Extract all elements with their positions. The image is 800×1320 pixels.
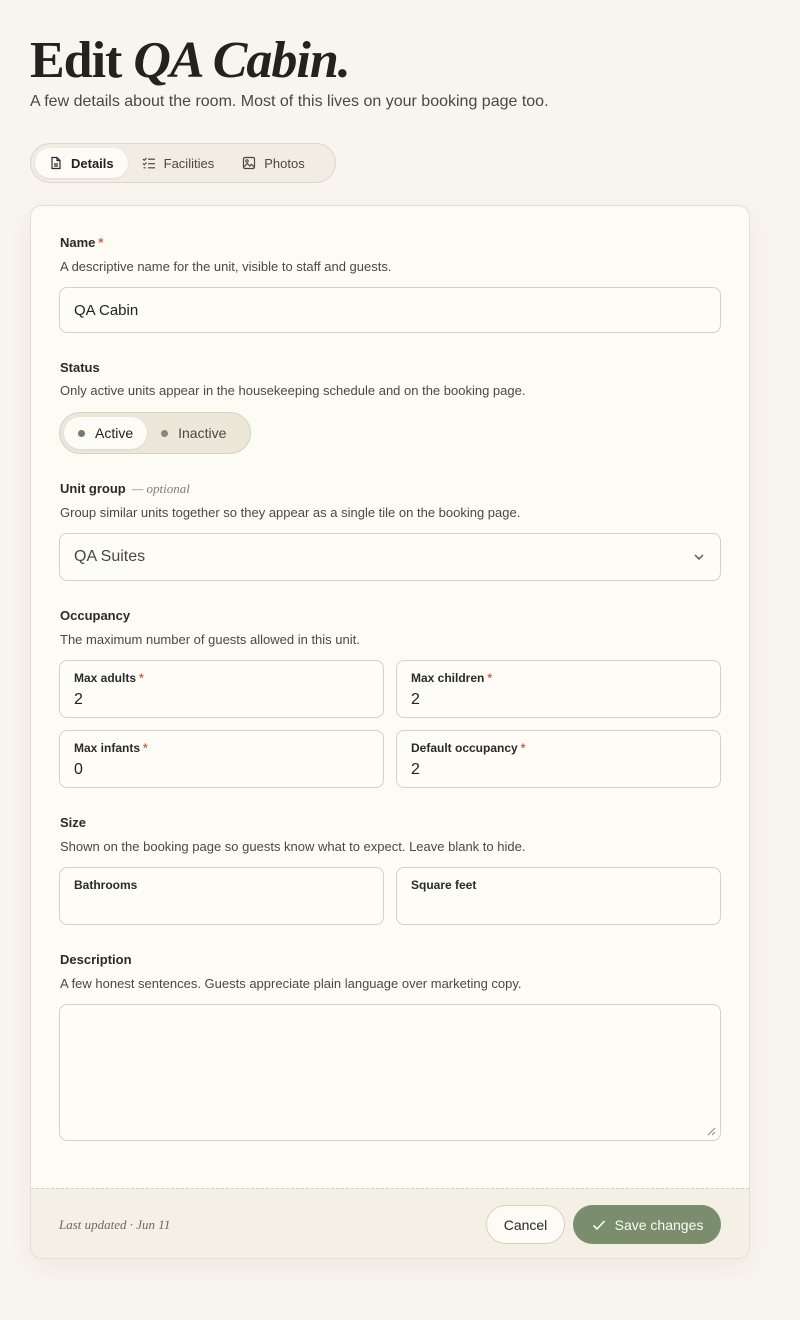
page-title-prefix: Edit [30, 32, 122, 89]
page-title-unit-name: QA Cabin. [133, 32, 350, 89]
tab-photos[interactable]: Photos [228, 148, 318, 178]
tab-facilities-label: Facilities [163, 155, 215, 171]
unit-group-label: Unit group — optional [60, 481, 190, 496]
name-input-value: QA Cabin [74, 301, 139, 319]
bathrooms-field[interactable]: Bathrooms [59, 867, 384, 925]
unit-details-card: Name * A descriptive name for the unit, v… [30, 205, 750, 1259]
status-hint: Only active units appear in the housekee… [60, 383, 526, 398]
active-dot-icon [78, 429, 85, 437]
page-title: Edit QA Cabin. [30, 30, 351, 92]
max-infants-field[interactable]: Max infants * 0 [59, 730, 384, 788]
square-feet-field[interactable]: Square feet [396, 867, 721, 925]
tab-details[interactable]: Details [35, 148, 128, 178]
tab-photos-label: Photos [264, 155, 305, 171]
description-hint: A few honest sentences. Guests appreciat… [60, 976, 522, 991]
unit-group-select[interactable]: QA Suites [59, 533, 721, 581]
document-icon [51, 156, 61, 170]
optional-tag: — optional [131, 481, 190, 496]
name-hint: A descriptive name for the unit, visible… [60, 259, 392, 274]
resize-handle-icon[interactable] [706, 1126, 716, 1136]
max-adults-field[interactable]: Max adults * 2 [59, 660, 384, 718]
check-icon [592, 1219, 605, 1230]
name-input[interactable]: QA Cabin [59, 287, 721, 333]
description-label: Description [60, 952, 132, 967]
tab-bar: Details Facilities Photos [30, 143, 336, 183]
occupancy-hint: The maximum number of guests allowed in … [60, 632, 360, 647]
cancel-button[interactable]: Cancel [486, 1205, 565, 1244]
chevron-down-icon [694, 554, 704, 561]
max-children-field[interactable]: Max children * 2 [396, 660, 721, 718]
max-infants-value: 0 [74, 761, 83, 778]
status-option-inactive[interactable]: Inactive [147, 417, 240, 449]
status-option-active[interactable]: Active [64, 417, 148, 449]
tab-details-label: Details [71, 155, 114, 171]
last-updated-text: Last updated · Jun 11 [59, 1217, 171, 1232]
required-mark: * [98, 235, 104, 250]
status-label: Status [60, 360, 100, 375]
unit-group-value: QA Suites [74, 548, 146, 565]
size-label: Size [60, 815, 87, 830]
unit-group-hint: Group similar units together so they app… [60, 505, 521, 520]
image-icon [243, 156, 256, 170]
default-occupancy-field[interactable]: Default occupancy * 2 [396, 730, 721, 788]
status-toggle: Active Inactive [59, 412, 251, 454]
card-footer: Last updated · Jun 11 Cancel Save change… [31, 1188, 749, 1258]
tab-facilities[interactable]: Facilities [128, 148, 229, 178]
save-changes-button[interactable]: Save changes [573, 1205, 721, 1244]
max-adults-value: 2 [74, 691, 83, 708]
name-label: Name * [60, 235, 104, 250]
inactive-dot-icon [161, 429, 169, 437]
description-textarea[interactable] [59, 1004, 721, 1141]
size-hint: Shown on the booking page so guests know… [60, 839, 526, 854]
default-occupancy-value: 2 [411, 761, 420, 778]
checklist-icon [142, 157, 155, 169]
max-children-value: 2 [411, 691, 420, 708]
page-subtitle: A few details about the room. Most of th… [30, 93, 549, 110]
occupancy-label: Occupancy [60, 608, 131, 623]
